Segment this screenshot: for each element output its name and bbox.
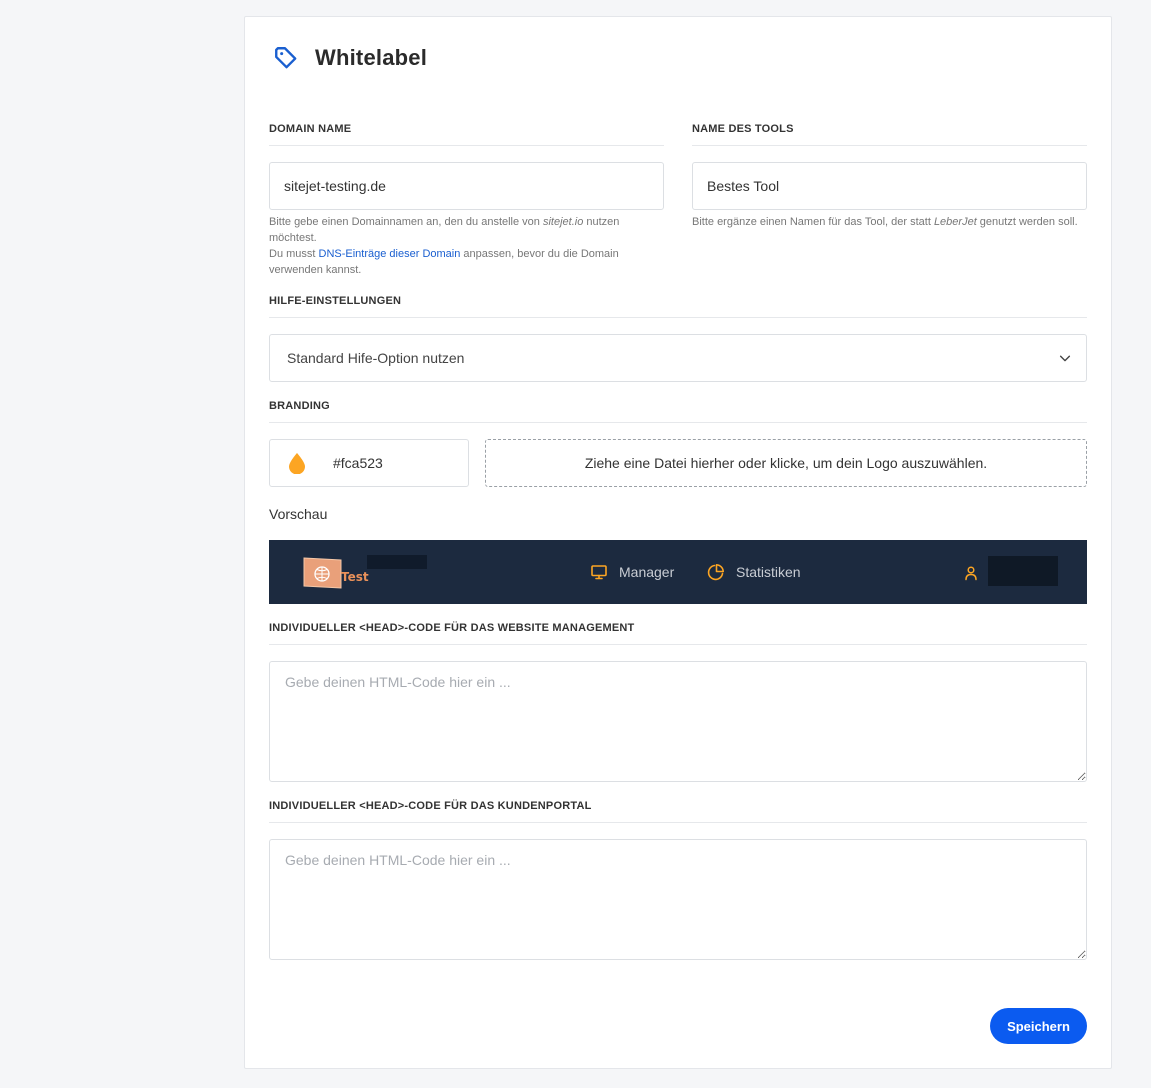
help-settings-select[interactable]: Standard Hife-Option nutzen bbox=[269, 334, 1087, 382]
user-icon[interactable] bbox=[963, 565, 979, 581]
help-text-italic: LeberJet bbox=[933, 216, 977, 228]
head-code-management-textarea[interactable] bbox=[269, 661, 1087, 782]
page-title: Whitelabel bbox=[315, 45, 428, 70]
tool-name-label: NAME DES TOOLS bbox=[692, 123, 1087, 146]
head-code-portal-label: INDIVIDUELLER <HEAD>-CODE FÜR DAS KUNDEN… bbox=[269, 800, 1087, 823]
preview-nav-statistiken[interactable]: Statistiken bbox=[707, 563, 801, 581]
monitor-icon bbox=[591, 565, 607, 580]
preview-nav-label: Statistiken bbox=[736, 564, 801, 580]
color-drop-icon bbox=[289, 453, 305, 474]
preview-logo-text: Test bbox=[341, 570, 369, 584]
whitelabel-card: Whitelabel DOMAIN NAME sitejet-testing.d… bbox=[244, 16, 1112, 1069]
preview-label: Vorschau bbox=[269, 506, 328, 522]
tool-name-help: Bitte ergänze einen Namen für das Tool, … bbox=[692, 214, 1087, 230]
head-code-management-label: INDIVIDUELLER <HEAD>-CODE FÜR DAS WEBSIT… bbox=[269, 622, 1087, 645]
help-text-part: Bitte gebe einen Domainnamen an, den du … bbox=[269, 216, 543, 228]
chevron-down-icon bbox=[1059, 355, 1071, 362]
save-button[interactable]: Speichern bbox=[990, 1008, 1087, 1044]
help-text-italic: sitejet.io bbox=[542, 216, 584, 228]
help-text-part: Bitte ergänze einen Namen für das Tool, … bbox=[692, 216, 934, 228]
preview-navbar: Test Manager Statistiken bbox=[269, 540, 1087, 604]
pie-chart-icon bbox=[707, 564, 724, 581]
domain-name-help: Bitte gebe einen Domainnamen an, den du … bbox=[269, 214, 664, 278]
help-text-part: Du musst bbox=[269, 248, 319, 260]
help-settings-label: HILFE-EINSTELLUNGEN bbox=[269, 295, 1087, 318]
card-header: Whitelabel bbox=[273, 45, 427, 71]
logo-dropzone[interactable]: Ziehe eine Datei hierher oder klicke, um… bbox=[485, 439, 1087, 487]
preview-nav-manager[interactable]: Manager bbox=[590, 563, 674, 581]
help-text-part: genutzt werden soll. bbox=[976, 216, 1078, 228]
preview-nav-label: Manager bbox=[619, 564, 675, 580]
help-settings-selected-value: Standard Hife-Option nutzen bbox=[287, 350, 465, 366]
domain-name-label: DOMAIN NAME bbox=[269, 123, 664, 146]
preview-user-name bbox=[988, 556, 1058, 586]
color-value: #fca523 bbox=[333, 455, 383, 471]
tag-icon bbox=[275, 47, 297, 69]
dns-entries-link[interactable]: DNS-Einträge dieser Domain bbox=[319, 248, 461, 260]
head-code-portal-textarea[interactable] bbox=[269, 839, 1087, 960]
domain-name-input[interactable]: sitejet-testing.de bbox=[269, 162, 664, 210]
tool-name-input[interactable]: Bestes Tool bbox=[692, 162, 1087, 210]
preview-logo-mask bbox=[367, 555, 427, 569]
branding-label: BRANDING bbox=[269, 400, 1087, 423]
color-picker[interactable]: #fca523 bbox=[269, 439, 469, 487]
preview-logo: Test bbox=[303, 554, 427, 590]
